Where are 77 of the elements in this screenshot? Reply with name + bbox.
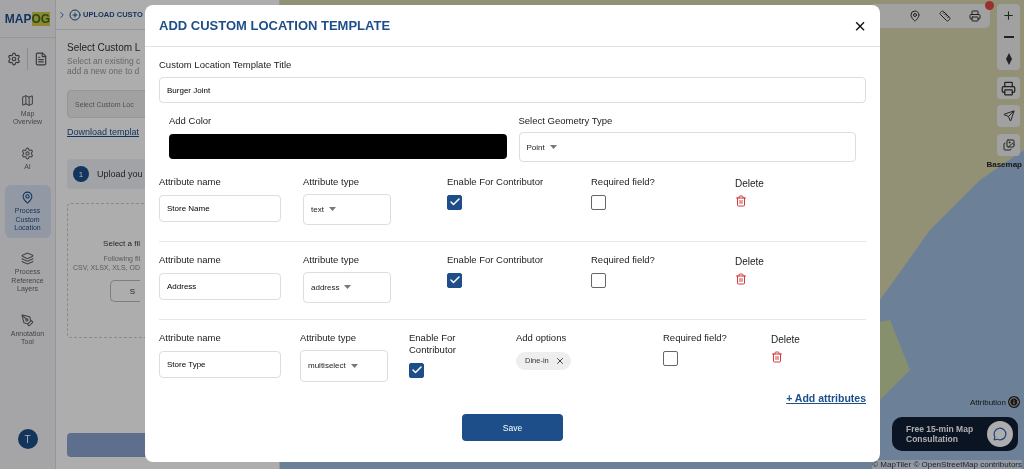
field-label: Enable For Contributor: [409, 331, 457, 356]
chevron-icon[interactable]: [57, 9, 67, 20]
field-label: Delete: [735, 255, 765, 267]
caret-icon: [350, 363, 358, 368]
color-swatch[interactable]: [169, 134, 507, 159]
print-button[interactable]: [997, 77, 1020, 99]
caret-icon: [549, 145, 557, 149]
field-label: Attribute type: [300, 331, 357, 344]
attribution-label: Attribution: [969, 398, 1006, 407]
geometry-select[interactable]: Point: [518, 132, 856, 162]
field-label: Add options: [516, 331, 568, 344]
map-pin-icon: [21, 191, 34, 205]
chat-icon: [987, 421, 1013, 447]
pen-icon: [21, 313, 34, 327]
step-number: 1: [73, 166, 89, 183]
panel-subtitle: Select an existing c: [67, 56, 141, 67]
pin-icon[interactable]: [909, 10, 921, 22]
attribute-type-select[interactable]: address: [303, 271, 391, 303]
checkbox[interactable]: [409, 362, 424, 378]
panel-title: Select Custom L: [67, 42, 141, 53]
layers-icon: [21, 252, 34, 266]
attribute-type-select[interactable]: multiselect: [300, 349, 388, 382]
attribute-name-input[interactable]: Store Name: [159, 194, 281, 222]
consultation-button[interactable]: Free 15-min Map Consultation: [892, 417, 1018, 451]
checkbox[interactable]: [447, 194, 462, 210]
field-label: Delete: [771, 333, 801, 345]
field-label: Attribute name: [159, 176, 222, 188]
logo: MAPOG: [0, 0, 55, 38]
avatar[interactable]: T: [17, 429, 38, 449]
field-label: Required field?: [663, 331, 728, 344]
field-label: Custom Location Template Title: [159, 59, 293, 70]
basemap-label: Basemap: [986, 160, 1022, 169]
minus-icon: [1003, 36, 1014, 38]
field-label: Attribute name: [159, 253, 222, 266]
map-icon: [21, 94, 34, 107]
document-icon[interactable]: [34, 52, 48, 66]
basemap-button[interactable]: [997, 134, 1020, 156]
images-icon: [1002, 139, 1015, 151]
attribute-name-input[interactable]: Store Type: [159, 350, 281, 378]
printer-icon[interactable]: [969, 10, 981, 22]
field-label: Add Color: [169, 115, 213, 126]
field-label: Select Geometry Type: [518, 115, 614, 126]
field-label: Attribute name: [159, 331, 222, 344]
attribute-type-select[interactable]: text: [303, 193, 391, 225]
printer-icon: [1001, 80, 1016, 96]
checkbox[interactable]: [447, 272, 462, 288]
plus-icon: [1002, 8, 1015, 22]
add-attributes-link[interactable]: + Add attributes: [786, 392, 866, 404]
checkbox[interactable]: [663, 350, 678, 366]
save-button[interactable]: Save: [462, 414, 563, 441]
select-file-button[interactable]: S: [110, 280, 140, 303]
locate-button[interactable]: [997, 105, 1020, 127]
close-icon[interactable]: [554, 355, 565, 366]
attribute-name-input[interactable]: Address: [159, 272, 281, 300]
checkbox[interactable]: [591, 194, 606, 210]
field-label: Required field?: [591, 253, 656, 266]
notification-dot: [985, 1, 994, 10]
field-label: Enable For Contributor: [447, 176, 545, 188]
ruler-icon[interactable]: [939, 10, 951, 22]
field-label: Required field?: [591, 176, 656, 188]
dropzone-title: Select a fil: [103, 239, 140, 249]
caret-icon: [344, 285, 352, 290]
settings-icon[interactable]: [7, 52, 21, 66]
checkbox[interactable]: [591, 272, 606, 288]
modal-title: ADD CUSTOM LOCATION TEMPLATE: [159, 18, 391, 33]
close-button[interactable]: ×: [854, 15, 866, 36]
field-label: Enable For Contributor: [447, 253, 545, 266]
caret-icon: [328, 207, 336, 212]
field-label: Delete: [735, 178, 765, 189]
plus-circle-icon: [69, 8, 81, 21]
field-label: Attribute type: [303, 176, 360, 188]
step-label: Upload you: [97, 169, 143, 180]
send-icon: [1002, 110, 1015, 122]
title-input[interactable]: Burger Joint: [159, 77, 866, 103]
compass-needle-icon: [1005, 53, 1012, 65]
field-label: Attribute type: [303, 253, 360, 266]
gear-icon: [21, 146, 34, 160]
